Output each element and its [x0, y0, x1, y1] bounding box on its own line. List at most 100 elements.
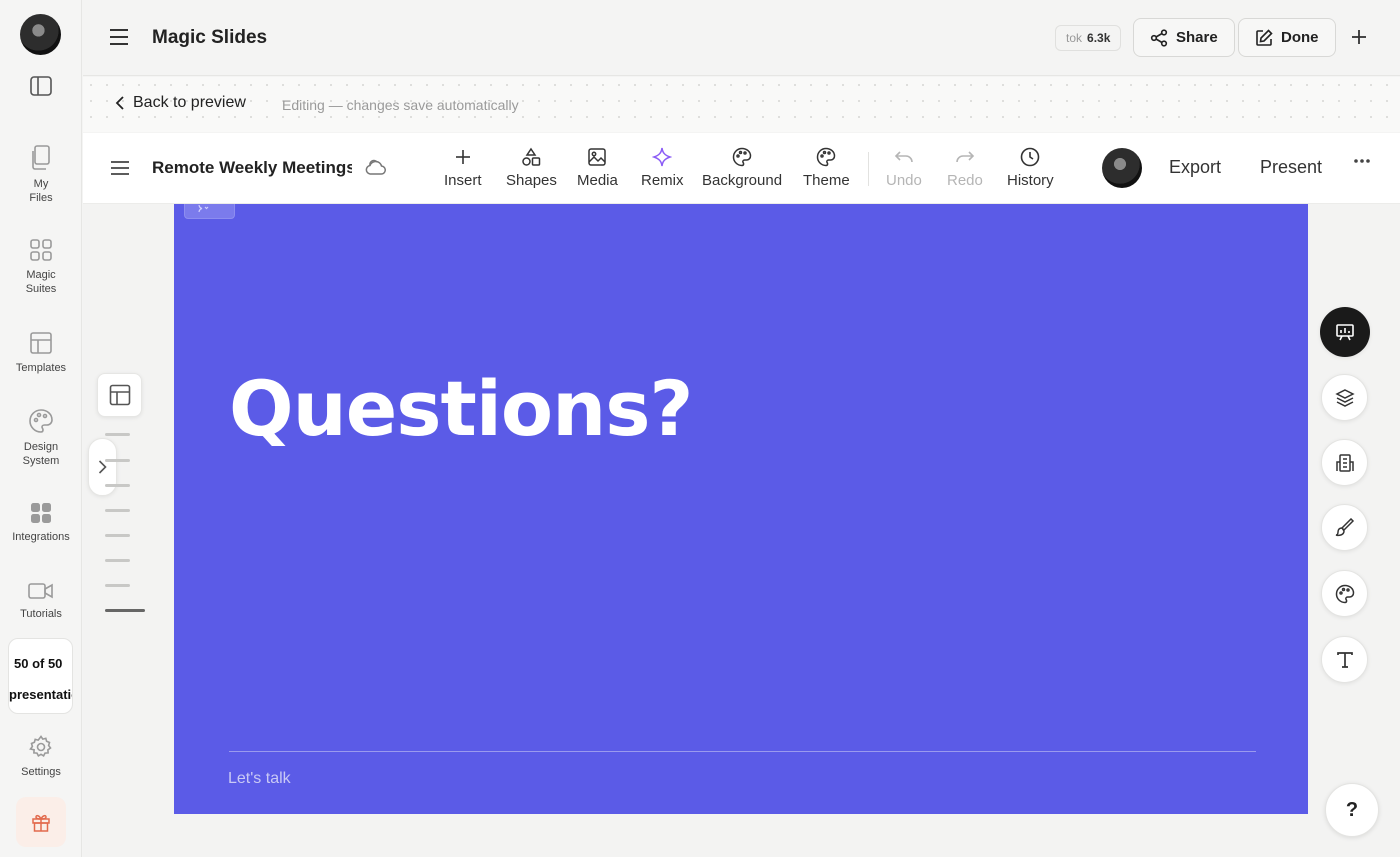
sparkle-icon: [195, 205, 234, 213]
sidebar-item-label: Magic Suites: [25, 269, 57, 295]
gift-button[interactable]: [16, 797, 66, 847]
more-options-icon[interactable]: [1353, 158, 1371, 164]
grid-icon: [29, 238, 53, 262]
slide-nav-tick[interactable]: [105, 459, 130, 462]
tool-label: Insert: [444, 172, 482, 189]
color-palette-button[interactable]: [1321, 570, 1368, 617]
undo-icon: [894, 147, 914, 167]
redo-button[interactable]: Redo: [947, 147, 983, 189]
sidebar-item-design-system[interactable]: Design System: [0, 408, 82, 468]
insert-tool[interactable]: Insert: [444, 147, 482, 189]
slide-footer-text[interactable]: Let's talk: [228, 770, 291, 788]
menu-icon[interactable]: [109, 28, 129, 46]
clock-icon: [1020, 147, 1040, 167]
tool-label: Background: [702, 172, 783, 189]
presentation-count-card: 50 of 50 presentations: [8, 638, 73, 714]
slide-nav-tick-active[interactable]: [105, 609, 145, 612]
gear-icon: [29, 735, 53, 759]
file-copy-icon: [29, 145, 53, 171]
palette-icon: [732, 147, 752, 167]
palette-icon: [1335, 584, 1355, 604]
slide-nav-tick[interactable]: [105, 584, 130, 587]
background-tool[interactable]: Background: [702, 147, 782, 189]
building-icon: [1335, 453, 1355, 473]
slide-panel-expand-button[interactable]: [88, 438, 117, 496]
sparkle-icon: [652, 147, 673, 167]
presentation-count-value: 50 of 50: [14, 656, 63, 671]
collaborator-avatar[interactable]: [1102, 148, 1142, 188]
history-tool[interactable]: History: [1007, 147, 1054, 189]
media-tool[interactable]: Media: [577, 147, 618, 189]
presentation-panel-button[interactable]: [1320, 307, 1370, 357]
slide-layout-button[interactable]: [97, 373, 142, 417]
edit-mode-bar: Back to preview Editing — changes save a…: [83, 77, 1400, 132]
sidebar-item-settings[interactable]: Settings: [0, 735, 82, 779]
sidebar-item-magic-suites[interactable]: Magic Suites: [0, 238, 82, 296]
video-icon: [28, 581, 54, 601]
slide-nav-tick[interactable]: [105, 559, 130, 562]
sidebar-toggle-icon[interactable]: [30, 76, 52, 96]
share-button[interactable]: Share: [1133, 18, 1235, 57]
redo-icon: [955, 147, 975, 167]
palette-icon: [816, 147, 836, 167]
slide-headline[interactable]: Questions?: [229, 364, 694, 453]
presentation-count-unit: presentations: [9, 687, 72, 702]
slide-nav-tick[interactable]: [105, 534, 130, 537]
done-button[interactable]: Done: [1238, 18, 1336, 57]
sidebar-item-label: Tutorials: [20, 608, 62, 620]
layout-template-icon: [109, 384, 131, 406]
gift-icon: [31, 812, 51, 832]
layout-template-icon: [29, 331, 53, 355]
layers-button[interactable]: [1321, 374, 1368, 421]
tool-label: Media: [577, 172, 618, 189]
back-to-preview-link[interactable]: Back to preview: [115, 94, 246, 112]
present-button[interactable]: Present: [1260, 157, 1322, 178]
text-icon: [1336, 651, 1354, 669]
token-balance-badge: tok 6.3k: [1055, 25, 1122, 51]
sidebar-item-label: Templates: [15, 362, 67, 374]
token-label: tok: [1066, 31, 1083, 45]
sidebar-item-templates[interactable]: Templates: [0, 331, 82, 375]
slide[interactable]: Questions? Let's talk: [174, 204, 1308, 814]
slide-nav-tick[interactable]: [105, 509, 130, 512]
sidebar-item-integrations[interactable]: Integrations: [0, 502, 82, 544]
add-icon[interactable]: [1349, 27, 1369, 47]
editor-toolbar: Remote Weekly Meetings Insert Shapes Med…: [83, 133, 1400, 204]
plus-icon: [453, 147, 473, 167]
sidebar-item-tutorials[interactable]: Tutorials: [0, 581, 82, 621]
top-header: Magic Slides tok 6.3k Share Done: [83, 0, 1400, 76]
slides-menu-icon[interactable]: [110, 160, 130, 176]
style-brush-button[interactable]: [1321, 504, 1368, 551]
app-title: Magic Slides: [152, 27, 268, 48]
tool-label: Redo: [947, 172, 983, 189]
typography-button[interactable]: [1321, 636, 1368, 683]
tool-label: Undo: [886, 172, 922, 189]
left-rail: My Files Magic Suites Templates Design S…: [0, 0, 82, 857]
chevron-right-icon: [98, 460, 107, 474]
theme-tool[interactable]: Theme: [803, 147, 850, 189]
shapes-tool[interactable]: Shapes: [506, 147, 557, 189]
undo-button[interactable]: Undo: [886, 147, 922, 189]
slide-nav-tick[interactable]: [105, 433, 130, 436]
sidebar-item-label: Settings: [21, 766, 61, 778]
tool-label: Remix: [641, 172, 684, 189]
apps-icon: [30, 502, 52, 524]
remix-tool[interactable]: Remix: [641, 147, 684, 189]
export-button[interactable]: Export: [1169, 157, 1221, 178]
share-icon: [1150, 28, 1168, 47]
brand-kit-button[interactable]: [1321, 439, 1368, 486]
document-title[interactable]: Remote Weekly Meetings: [152, 158, 352, 178]
slide-nav-tick[interactable]: [105, 484, 130, 487]
sidebar-item-label: My Files: [29, 178, 53, 204]
help-button[interactable]: ?: [1325, 783, 1379, 837]
user-avatar[interactable]: [20, 14, 61, 55]
autosave-hint: Editing — changes save automatically: [282, 97, 519, 113]
slide-ai-chip[interactable]: [184, 204, 235, 219]
edit-icon: [1255, 28, 1273, 47]
presentation-icon: [1335, 322, 1355, 342]
cloud-saved-icon: [364, 159, 386, 177]
tool-label: Shapes: [506, 172, 557, 189]
paintbrush-icon: [1335, 517, 1355, 538]
sidebar-item-my-files[interactable]: My Files: [0, 145, 82, 205]
back-label: Back to preview: [133, 94, 246, 111]
